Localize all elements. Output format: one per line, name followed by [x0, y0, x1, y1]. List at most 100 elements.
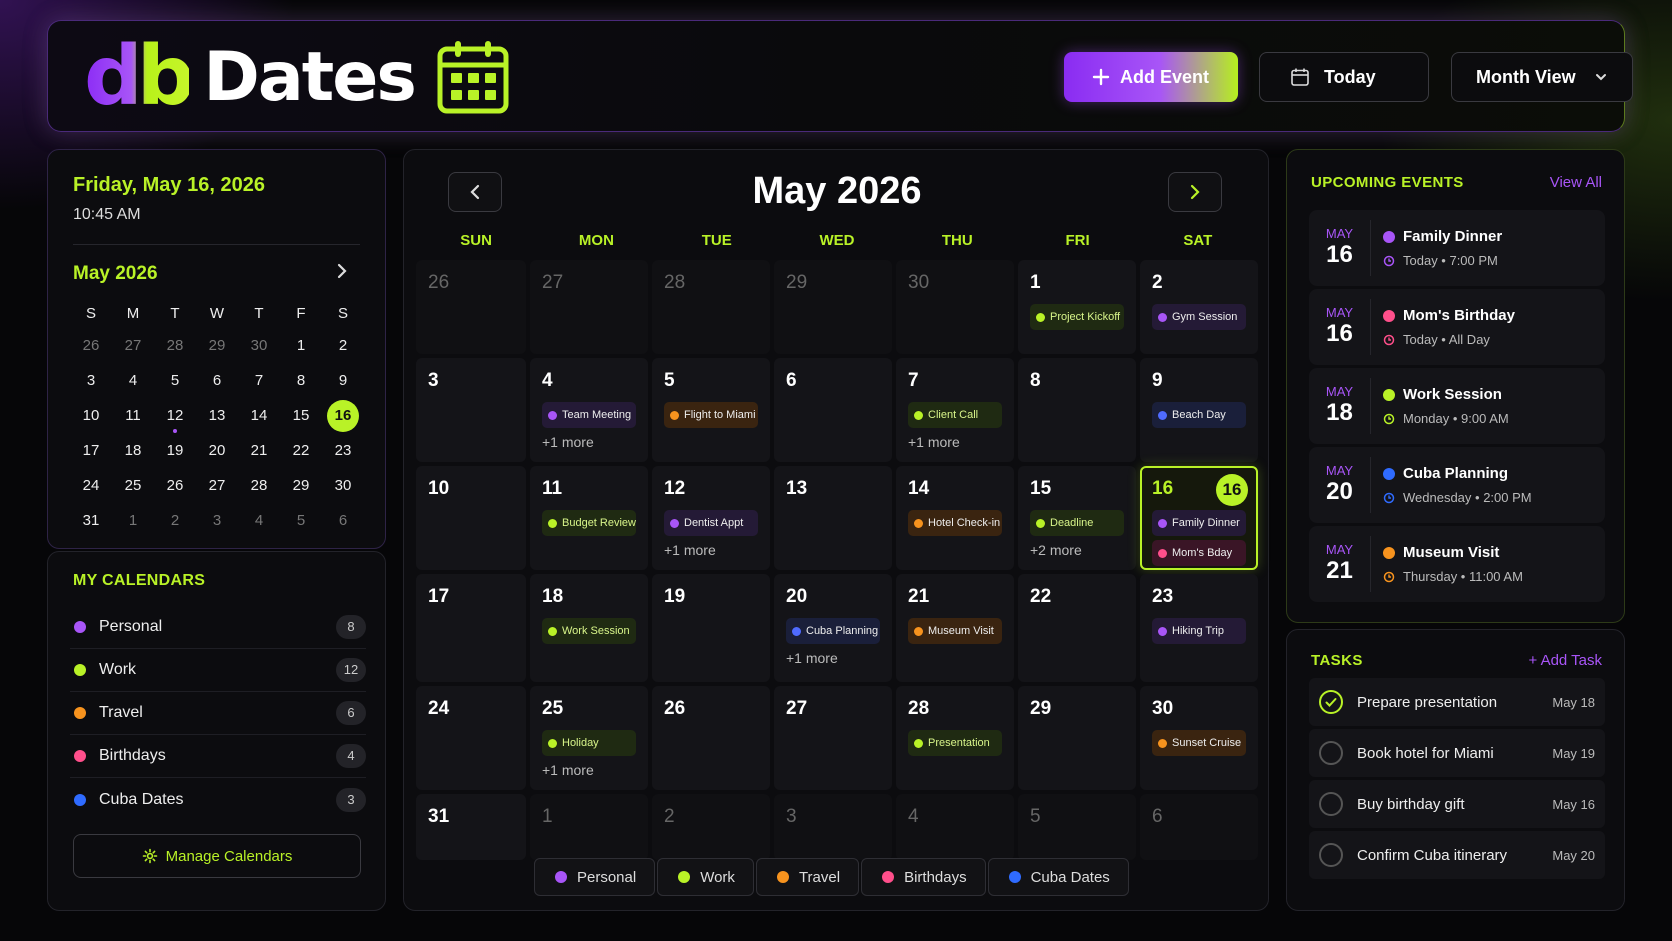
event-chip[interactable]: Deadline — [1030, 510, 1124, 536]
upcoming-event-item[interactable]: MAY 18 Work Session Monday • 9:00 AM — [1309, 368, 1605, 444]
calendar-item-personal[interactable]: Personal 8 — [70, 606, 366, 649]
day-cell[interactable]: 24 — [416, 686, 526, 790]
more-events-link[interactable]: +1 more — [908, 434, 1002, 450]
upcoming-event-item[interactable]: MAY 16 Family Dinner Today • 7:00 PM — [1309, 210, 1605, 286]
mini-day[interactable]: 5 — [280, 505, 322, 540]
mini-day[interactable]: 16 — [322, 400, 364, 435]
day-cell[interactable]: 29 — [1018, 686, 1136, 790]
day-cell[interactable]: 10 — [416, 466, 526, 570]
day-cell[interactable]: 25 Holiday +1 more — [530, 686, 648, 790]
day-cell[interactable]: 28 — [652, 260, 770, 354]
day-cell[interactable]: 6 — [774, 358, 892, 462]
event-chip[interactable]: Mom's Bday — [1152, 540, 1246, 566]
day-cell[interactable]: 4 — [896, 794, 1014, 860]
day-cell[interactable]: 1 Project Kickoff — [1018, 260, 1136, 354]
mini-day[interactable]: 26 — [70, 330, 112, 365]
mini-day[interactable]: 30 — [322, 470, 364, 505]
day-cell[interactable]: 18 Work Session — [530, 574, 648, 682]
day-cell[interactable]: 3 — [774, 794, 892, 860]
mini-day[interactable]: 1 — [280, 330, 322, 365]
task-item[interactable]: Prepare presentation May 18 — [1309, 678, 1605, 726]
mini-day[interactable]: 21 — [238, 435, 280, 470]
mini-day[interactable]: 3 — [196, 505, 238, 540]
add-event-button[interactable]: Add Event — [1064, 52, 1238, 102]
calendar-item-birthdays[interactable]: Birthdays 4 — [70, 735, 366, 778]
day-cell[interactable]: 14 Hotel Check-in — [896, 466, 1014, 570]
day-cell[interactable]: 2 Gym Session — [1140, 260, 1258, 354]
day-cell[interactable]: 29 — [774, 260, 892, 354]
mini-day[interactable]: 14 — [238, 400, 280, 435]
mini-day[interactable]: 2 — [322, 330, 364, 365]
mini-day[interactable]: 31 — [70, 505, 112, 540]
mini-day[interactable]: 2 — [154, 505, 196, 540]
app-logo[interactable]: db Dates — [84, 35, 509, 119]
legend-item[interactable]: Work — [657, 858, 754, 896]
day-cell[interactable]: 30 — [896, 260, 1014, 354]
mini-day[interactable]: 30 — [238, 330, 280, 365]
legend-item[interactable]: Cuba Dates — [987, 858, 1129, 896]
legend-item[interactable]: Personal — [534, 858, 656, 896]
next-month-button[interactable] — [1168, 172, 1222, 212]
event-chip[interactable]: Flight to Miami — [664, 402, 758, 428]
mini-day[interactable]: 20 — [196, 435, 238, 470]
day-cell[interactable]: 26 — [652, 686, 770, 790]
mini-day[interactable]: 8 — [280, 365, 322, 400]
event-chip[interactable]: Sunset Cruise — [1152, 730, 1246, 756]
add-task-link[interactable]: + Add Task — [1528, 652, 1602, 669]
day-cell[interactable]: 26 — [416, 260, 526, 354]
mini-day[interactable]: 3 — [70, 365, 112, 400]
more-events-link[interactable]: +2 more — [1030, 542, 1124, 558]
event-chip[interactable]: Project Kickoff — [1030, 304, 1124, 330]
more-events-link[interactable]: +1 more — [786, 650, 880, 666]
mini-day[interactable]: 11 — [112, 400, 154, 435]
event-chip[interactable]: Work Session — [542, 618, 636, 644]
event-chip[interactable]: Presentation — [908, 730, 1002, 756]
mini-day[interactable]: 6 — [196, 365, 238, 400]
day-cell[interactable]: 31 — [416, 794, 526, 860]
more-events-link[interactable]: +1 more — [542, 434, 636, 450]
task-item[interactable]: Buy birthday gift May 16 — [1309, 780, 1605, 828]
day-cell[interactable]: 1 — [530, 794, 648, 860]
mini-day[interactable]: 12 — [154, 400, 196, 435]
task-checkbox[interactable] — [1319, 741, 1343, 765]
day-cell[interactable]: 15 Deadline +2 more — [1018, 466, 1136, 570]
mini-day[interactable]: 4 — [112, 365, 154, 400]
mini-day[interactable]: 26 — [154, 470, 196, 505]
day-cell[interactable]: 13 — [774, 466, 892, 570]
event-chip[interactable]: Holiday — [542, 730, 636, 756]
mini-day[interactable]: 15 — [280, 400, 322, 435]
mini-day[interactable]: 27 — [196, 470, 238, 505]
day-cell[interactable]: 5 Flight to Miami — [652, 358, 770, 462]
task-item[interactable]: Confirm Cuba itinerary May 20 — [1309, 831, 1605, 879]
mini-day[interactable]: 28 — [238, 470, 280, 505]
task-item[interactable]: Book hotel for Miami May 19 — [1309, 729, 1605, 777]
calendar-item-cuba-dates[interactable]: Cuba Dates 3 — [70, 778, 366, 821]
day-cell[interactable]: 16 16 Family Dinner Mom's Bday — [1140, 466, 1258, 570]
event-chip[interactable]: Team Meeting — [542, 402, 636, 428]
mini-day[interactable]: 29 — [196, 330, 238, 365]
mini-day[interactable]: 13 — [196, 400, 238, 435]
mini-day[interactable]: 6 — [322, 505, 364, 540]
today-button[interactable]: Today — [1259, 52, 1429, 102]
mini-day[interactable]: 29 — [280, 470, 322, 505]
day-cell[interactable]: 23 Hiking Trip — [1140, 574, 1258, 682]
mini-day[interactable]: 4 — [238, 505, 280, 540]
day-cell[interactable]: 12 Dentist Appt +1 more — [652, 466, 770, 570]
legend-item[interactable]: Travel — [755, 858, 860, 896]
mini-day[interactable]: 7 — [238, 365, 280, 400]
day-cell[interactable]: 17 — [416, 574, 526, 682]
task-checkbox[interactable] — [1319, 690, 1343, 714]
event-chip[interactable]: Budget Review — [542, 510, 636, 536]
more-events-link[interactable]: +1 more — [542, 762, 636, 778]
day-cell[interactable]: 19 — [652, 574, 770, 682]
event-chip[interactable]: Dentist Appt — [664, 510, 758, 536]
event-chip[interactable]: Beach Day — [1152, 402, 1246, 428]
day-cell[interactable]: 27 — [530, 260, 648, 354]
event-chip[interactable]: Client Call — [908, 402, 1002, 428]
day-cell[interactable]: 11 Budget Review — [530, 466, 648, 570]
day-cell[interactable]: 28 Presentation — [896, 686, 1014, 790]
day-cell[interactable]: 3 — [416, 358, 526, 462]
calendar-item-work[interactable]: Work 12 — [70, 649, 366, 692]
event-chip[interactable]: Gym Session — [1152, 304, 1246, 330]
day-cell[interactable]: 7 Client Call +1 more — [896, 358, 1014, 462]
